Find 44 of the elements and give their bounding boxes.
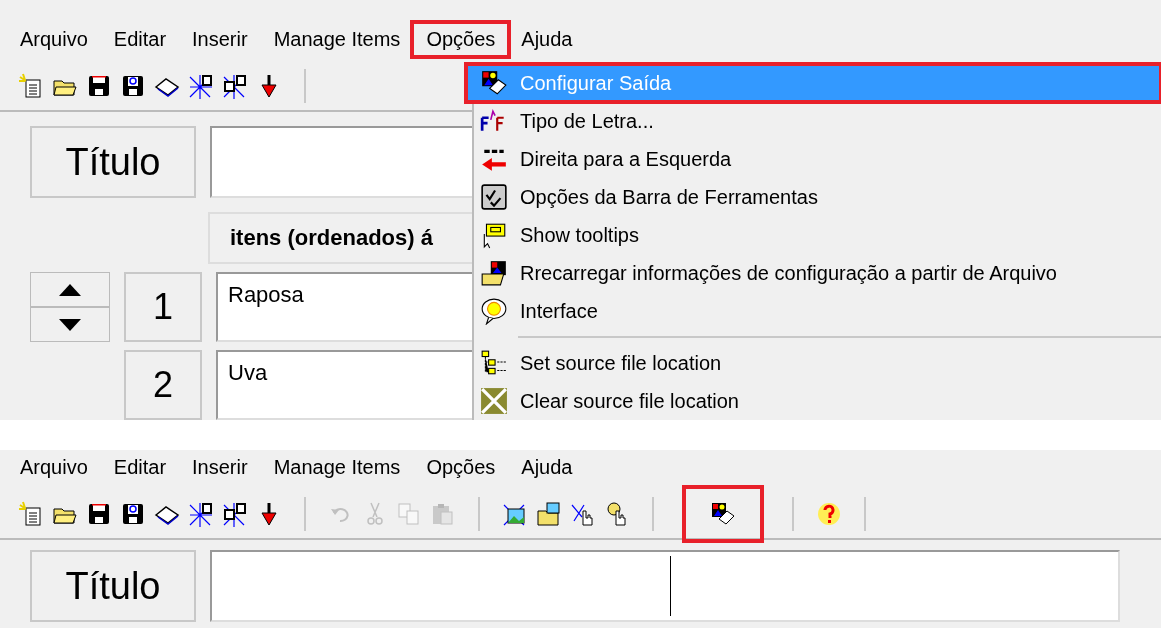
menu-item[interactable]: Inserir <box>190 451 250 483</box>
dropdown-menu-item[interactable]: Direita para a Esquerda <box>474 140 1161 178</box>
folder-picture-icon <box>536 501 562 527</box>
floppy-disk-question-icon <box>120 73 146 99</box>
network-icon <box>222 73 248 99</box>
speech-bubble-icon <box>480 297 508 325</box>
up-triangle-icon <box>59 283 81 296</box>
dropdown-menu-item[interactable]: Tipo de Letra... <box>474 102 1161 140</box>
menu-item[interactable]: Arquivo <box>18 23 90 55</box>
menu-item[interactable]: Editar <box>111 451 169 483</box>
menu-item[interactable]: Opções <box>424 451 498 483</box>
dropdown-menu-item[interactable]: Set source file location <box>474 344 1161 382</box>
folder-picture-icon <box>480 259 508 287</box>
down-triangle-icon <box>59 318 81 331</box>
menu-item[interactable]: Inserir <box>190 23 250 55</box>
menu-item[interactable]: Ajuda <box>519 451 575 483</box>
tree-icon <box>480 349 508 377</box>
move-up-button[interactable] <box>30 272 110 307</box>
clipboard-icon <box>430 501 456 527</box>
menu-item[interactable]: Manage Items <box>271 23 403 55</box>
network-icon <box>222 501 248 527</box>
network-icon <box>188 73 214 99</box>
menu-item[interactable]: Ajuda <box>519 23 575 55</box>
menu-item[interactable]: Editar <box>111 23 169 55</box>
title-field[interactable] <box>210 550 1120 622</box>
help-icon <box>816 501 842 527</box>
menu-item[interactable]: Manage Items <box>271 451 403 483</box>
checkbox-icon <box>480 183 508 211</box>
new-document-icon <box>18 501 44 527</box>
item-number-button[interactable]: 2 <box>124 350 202 420</box>
copy-icon <box>396 501 422 527</box>
title-button[interactable]: Título <box>30 550 196 622</box>
menu-item[interactable]: Arquivo <box>18 451 90 483</box>
color-palette-icon <box>480 69 508 97</box>
item-number-button[interactable]: 1 <box>124 272 202 342</box>
floppy-disk-question-icon <box>120 501 146 527</box>
color-palette-icon <box>710 501 736 527</box>
move-down-button[interactable] <box>30 307 110 342</box>
new-document-icon <box>18 73 44 99</box>
cross-icon <box>480 387 508 415</box>
title-button[interactable]: Título <box>30 126 196 198</box>
dropdown-menu-item[interactable]: Interface <box>474 292 1161 330</box>
dropdown-menu-item[interactable]: Clear source file location <box>474 382 1161 420</box>
network-icon <box>188 501 214 527</box>
